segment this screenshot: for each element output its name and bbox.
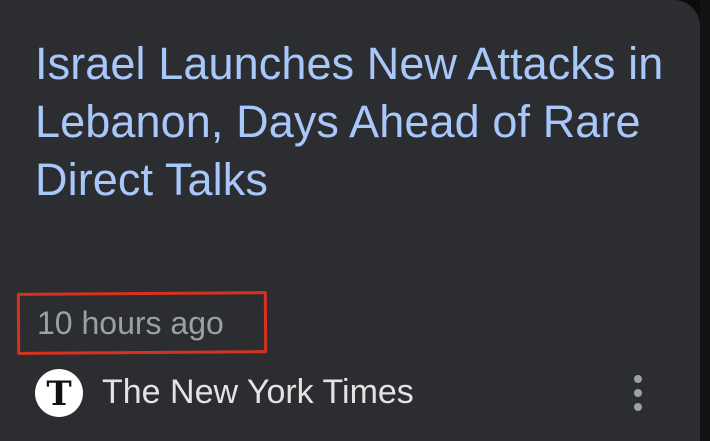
nyt-logo-icon: T [35,369,83,417]
more-vert-icon [634,375,642,383]
source-logo-letter: T [46,374,72,414]
more-vert-icon-dot [634,389,642,397]
news-card[interactable]: Israel Launches New Attacks in Lebanon, … [0,0,700,441]
article-headline[interactable]: Israel Launches New Attacks in Lebanon, … [35,35,675,209]
screen-edge [700,0,710,441]
source-name[interactable]: The New York Times [102,370,414,414]
more-vert-icon-dot [634,403,642,411]
more-options-button[interactable] [618,368,658,418]
article-timestamp: 10 hours ago [37,305,224,341]
